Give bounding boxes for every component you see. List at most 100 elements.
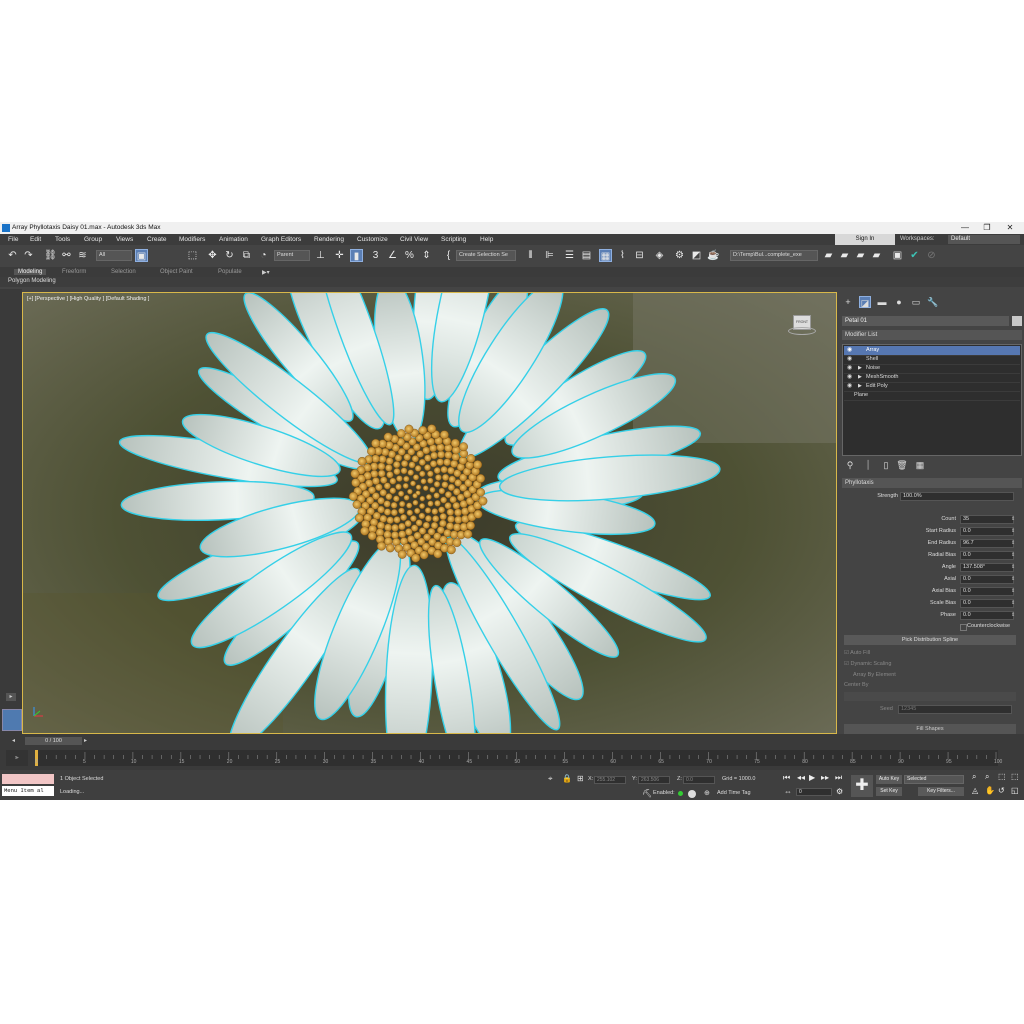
close-button[interactable]: ✕ — [1003, 223, 1017, 233]
menu-views[interactable]: Views — [116, 236, 133, 243]
configure-sets-icon[interactable]: ▦ — [914, 459, 926, 471]
viewport-layout-icon[interactable] — [2, 709, 22, 731]
mini-curve-editor-icon[interactable]: ⫸ — [6, 750, 28, 766]
eye-icon[interactable]: ◉ — [847, 382, 852, 391]
start-radius-field[interactable]: 0.0 — [960, 527, 1014, 536]
spinner-icon[interactable]: ⇕ — [1011, 611, 1016, 620]
stack-item-plane[interactable]: Plane — [844, 391, 1020, 401]
project-folder-dropdown[interactable]: D:\Temp\Bul...complete_exe — [730, 250, 818, 261]
scale-bias-field[interactable]: 0.0 — [960, 599, 1014, 608]
maximize-viewport-icon[interactable]: ◱ — [1011, 786, 1019, 795]
auto-key-button[interactable]: Auto Key — [876, 775, 902, 784]
axial-field[interactable]: 0.0 — [960, 575, 1014, 584]
keyboard-shortcut-toggle-icon[interactable]: ▮ — [350, 249, 363, 262]
rendered-frame-window-icon[interactable]: ◩ — [690, 249, 703, 262]
modifier-list-dropdown[interactable]: Modifier List — [842, 330, 1022, 340]
next-frame-icon[interactable]: ▸ — [84, 737, 87, 744]
maxscript-mini-listener[interactable]: Menu Item al — [2, 786, 54, 796]
viewport-label[interactable]: [+] [Perspective ] [High Quality ] [Defa… — [27, 296, 149, 302]
menu-scripting[interactable]: Scripting — [441, 236, 466, 243]
menu-modifiers[interactable]: Modifiers — [179, 236, 205, 243]
zoom-extents-all-icon[interactable]: ⬚ — [1011, 772, 1019, 781]
eye-icon[interactable]: ◉ — [847, 364, 852, 373]
project-icon[interactable]: ▣ — [891, 249, 904, 262]
center-by-buttons[interactable] — [844, 692, 1016, 701]
menu-tools[interactable]: Tools — [55, 236, 70, 243]
key-filters-button[interactable]: Key Filters... — [918, 787, 964, 796]
spinner-snap-icon[interactable]: ⇕ — [420, 249, 433, 262]
menu-edit[interactable]: Edit — [30, 236, 41, 243]
sign-in-button[interactable]: Sign In — [835, 234, 895, 245]
open-file-icon[interactable]: ▰ — [822, 249, 835, 262]
object-color-swatch[interactable] — [1012, 316, 1022, 326]
expand-arrow-icon[interactable]: ▶ — [858, 364, 862, 373]
tab-object-paint[interactable]: Object Paint — [160, 269, 193, 275]
create-tab-icon[interactable]: + — [842, 296, 854, 308]
minimize-button[interactable]: — — [958, 223, 972, 233]
remove-modifier-icon[interactable]: 🗑 — [896, 459, 908, 471]
object-name-field[interactable]: Petal 01 — [842, 316, 1009, 326]
set-key-big-icon[interactable]: ✚ — [851, 775, 873, 797]
confirm-icon[interactable]: ✔ — [908, 249, 921, 262]
strength-field[interactable]: 100.0% — [900, 492, 1014, 501]
move-icon[interactable]: ✥ — [206, 249, 219, 262]
menu-create[interactable]: Create — [147, 236, 167, 243]
zoom-all-icon[interactable]: ⌕ — [985, 772, 989, 782]
unlink-icon[interactable]: ⚯ — [60, 249, 73, 262]
utilities-tab-icon[interactable]: 🔧 — [927, 296, 939, 308]
menu-civil-view[interactable]: Civil View — [400, 236, 428, 243]
spinner-icon[interactable]: ⇕ — [1011, 575, 1016, 584]
orbit-icon[interactable]: ↺ — [998, 786, 1005, 795]
render-setup-icon[interactable]: ⚙ — [673, 249, 686, 262]
adaptive-degradation-icon[interactable] — [688, 790, 696, 798]
export-icon[interactable]: ▰ — [870, 249, 883, 262]
count-field[interactable]: 35 — [960, 515, 1014, 524]
bind-spacewarp-icon[interactable]: ≋ — [76, 249, 89, 262]
material-editor-icon[interactable]: ◈ — [653, 249, 666, 262]
curve-editor-icon[interactable]: ⌇ — [616, 249, 629, 262]
spinner-icon[interactable]: ⇕ — [1011, 515, 1016, 524]
schematic-view-icon[interactable]: ⊟ — [633, 249, 646, 262]
perspective-viewport[interactable]: [+] [Perspective ] [High Quality ] [Defa… — [22, 292, 837, 734]
play-icon[interactable]: ▶ — [809, 773, 815, 782]
eye-icon[interactable]: ◉ — [847, 355, 852, 364]
display-tab-icon[interactable]: ▭ — [910, 296, 922, 308]
viewcube-ring[interactable] — [788, 327, 816, 335]
scale-icon[interactable]: ⧉ — [240, 249, 253, 262]
time-config-icon[interactable]: ⚙ — [836, 787, 843, 796]
menu-help[interactable]: Help — [480, 236, 493, 243]
maximize-button[interactable]: ❐ — [980, 223, 994, 233]
edit-named-selection-icon[interactable]: { — [442, 249, 455, 262]
select-manipulate-icon[interactable]: ✛ — [333, 249, 346, 262]
spinner-icon[interactable]: ⇕ — [1011, 527, 1016, 536]
make-unique-icon[interactable]: ▯ — [880, 459, 892, 471]
zoom-icon[interactable]: ⌕ — [972, 772, 976, 782]
menu-animation[interactable]: Animation — [219, 236, 248, 243]
tab-selection[interactable]: Selection — [111, 269, 136, 275]
polygon-modeling-panel[interactable]: Polygon Modeling — [8, 278, 56, 284]
field-of-view-icon[interactable]: ◬ — [972, 786, 978, 795]
snaps-toggle-icon[interactable]: 3 — [369, 249, 382, 262]
cancel-icon[interactable]: ⊘ — [925, 249, 938, 262]
menu-group[interactable]: Group — [84, 236, 102, 243]
key-mode-dropdown[interactable]: Selected — [904, 775, 964, 784]
layer-explorer-icon[interactable]: ▤ — [580, 249, 593, 262]
percent-snap-icon[interactable]: % — [403, 249, 416, 262]
angle-field[interactable]: 137.508° — [960, 563, 1014, 572]
reference-coord-dropdown[interactable]: Parent — [274, 250, 310, 261]
pivot-center-icon[interactable]: ⊥ — [314, 249, 327, 262]
array-by-element-label[interactable]: Array By Element — [853, 672, 896, 678]
set-key-button[interactable]: Set Key — [876, 787, 902, 796]
spinner-icon[interactable]: ⇕ — [1011, 551, 1016, 560]
phase-field[interactable]: 0.0 — [960, 611, 1014, 620]
radial-bias-field[interactable]: 0.0 — [960, 551, 1014, 560]
workspace-dropdown[interactable]: Default — [948, 235, 1020, 244]
menu-rendering[interactable]: Rendering — [314, 236, 344, 243]
modify-tab-icon[interactable]: ◪ — [859, 296, 871, 308]
ribbon-options-icon[interactable]: ▶▾ — [262, 269, 270, 276]
go-to-start-icon[interactable]: ⏮ — [783, 773, 790, 783]
align-icon[interactable]: ⊫ — [543, 249, 556, 262]
zoom-extents-icon[interactable]: ⬚ — [998, 772, 1006, 781]
ribbon-toggle-icon[interactable]: ▦ — [599, 249, 612, 262]
viewcube[interactable]: FRONT — [788, 315, 816, 335]
